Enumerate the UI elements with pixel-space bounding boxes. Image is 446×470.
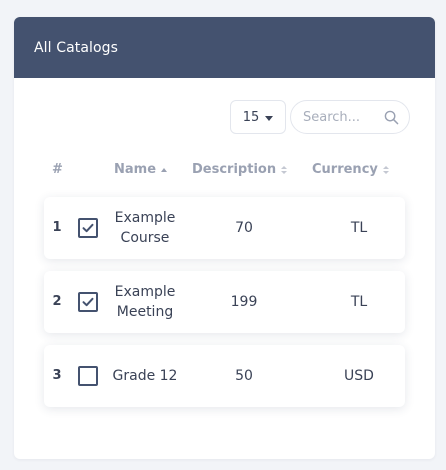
column-header-index: #: [52, 162, 63, 177]
row-currency: TL: [350, 294, 368, 310]
row-checkbox[interactable]: [77, 271, 99, 333]
row-description: 199: [230, 294, 258, 310]
column-header-name-label: Name: [114, 162, 157, 177]
row-index: 1: [52, 220, 62, 235]
row-description: 70: [235, 220, 253, 236]
card-header: All Catalogs: [14, 17, 435, 78]
table-toolbar: 15: [230, 100, 410, 134]
column-header-description[interactable]: Description: [192, 162, 288, 177]
row-index: 2: [52, 294, 62, 309]
row-name: Example Meeting: [114, 284, 176, 320]
row-description: 50: [235, 368, 253, 384]
column-header-index-label: #: [52, 162, 63, 177]
checkbox-box: [78, 292, 98, 312]
catalogs-card: All Catalogs 15 # Name Description Curre…: [14, 17, 435, 459]
sort-ascending-icon: [161, 167, 168, 172]
column-header-description-label: Description: [192, 162, 277, 177]
page-size-dropdown[interactable]: 15: [230, 100, 286, 134]
table-row[interactable]: 1 Example Course 70 TL: [44, 197, 405, 259]
checkbox-box: [78, 366, 98, 386]
sort-icon: [281, 165, 288, 174]
column-header-currency[interactable]: Currency: [312, 162, 389, 177]
column-header-name[interactable]: Name: [114, 162, 168, 177]
card-title: All Catalogs: [34, 39, 119, 56]
page-size-value: 15: [242, 109, 260, 125]
table-header: # Name Description Currency: [14, 160, 435, 180]
checkmark-icon: [82, 223, 94, 233]
checkmark-icon: [82, 297, 94, 307]
row-currency: TL: [350, 220, 368, 236]
row-checkbox[interactable]: [77, 345, 99, 407]
row-checkbox[interactable]: [77, 197, 99, 259]
search-icon[interactable]: [384, 110, 399, 125]
column-header-currency-label: Currency: [312, 162, 378, 177]
search-input[interactable]: [291, 101, 379, 133]
chevron-down-icon: [265, 115, 274, 121]
row-name: Example Course: [114, 210, 176, 246]
table-row[interactable]: 3 Grade 12 50 USD: [44, 345, 405, 407]
row-name: Grade 12: [112, 368, 178, 384]
checkbox-box: [78, 218, 98, 238]
sort-icon: [382, 165, 389, 174]
search-box: [290, 100, 410, 134]
row-index: 3: [52, 368, 62, 383]
table-row[interactable]: 2 Example Meeting 199 TL: [44, 271, 405, 333]
row-currency: USD: [344, 368, 374, 384]
